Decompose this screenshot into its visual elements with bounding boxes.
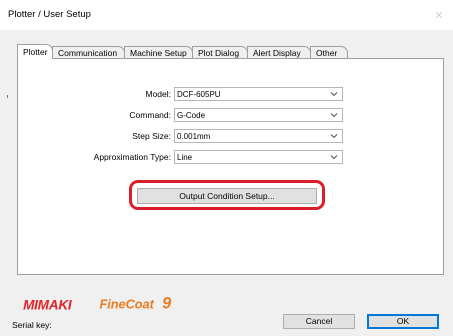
command-row: Command: [18, 109, 171, 122]
model-row: Model: [18, 88, 171, 101]
model-label: Model: [145, 89, 171, 99]
chevron-down-icon [330, 113, 338, 118]
tab-plot-dialog[interactable]: Plot Dialog [192, 46, 248, 58]
plotter-tab-panel: Model: DCF-605PU Command: G-Code Step Si… [17, 58, 444, 275]
tab-alert-display[interactable]: Alert Display [247, 46, 311, 58]
button-label: Cancel [305, 316, 333, 326]
step-size-row: Step Size: [18, 130, 171, 143]
chevron-down-icon [330, 134, 338, 139]
mimaki-finecoat-logo: MIMAKI FineCoat 9 [23, 295, 172, 313]
button-label: OK [396, 316, 410, 326]
svg-text:MIMAKI: MIMAKI [23, 298, 73, 313]
svg-text:FineCoat: FineCoat [99, 297, 154, 312]
window-edge-mark [7, 95, 8, 98]
tab-plotter[interactable]: Plotter [17, 44, 53, 59]
tab-label: Other [316, 48, 338, 58]
command-value: G-Code [177, 111, 206, 120]
svg-text:9: 9 [162, 295, 172, 313]
step-size-label: Step Size: [132, 131, 171, 141]
title-bar: Plotter / User Setup ✕ [0, 0, 453, 30]
tab-label: Plotter [23, 47, 48, 57]
window-title: Plotter / User Setup [8, 9, 91, 20]
tab-label: Machine Setup [130, 48, 187, 58]
approximation-label: Approximation Type: [93, 152, 171, 162]
ok-button[interactable]: OK [367, 314, 439, 329]
tab-label: Alert Display [253, 48, 301, 58]
tab-communication[interactable]: Communication [52, 46, 125, 58]
close-icon: ✕ [434, 9, 444, 22]
command-label: Command: [129, 110, 171, 120]
plotter-user-setup-dialog: Plotter / User Setup ✕ Plotter Communica… [0, 0, 453, 336]
approximation-select[interactable]: Line [174, 150, 343, 164]
approximation-value: Line [177, 153, 193, 162]
serial-key-label: Serial key: [12, 320, 52, 330]
chevron-down-icon [330, 155, 338, 160]
chevron-down-icon [330, 92, 338, 97]
tab-label: Communication [58, 48, 118, 58]
model-select[interactable]: DCF-605PU [174, 87, 343, 101]
approximation-row: Approximation Type: [18, 151, 171, 164]
close-button[interactable]: ✕ [425, 0, 453, 30]
cancel-button[interactable]: Cancel [283, 314, 355, 329]
step-size-value: 0.001mm [177, 132, 211, 141]
model-value: DCF-605PU [177, 90, 221, 99]
command-select[interactable]: G-Code [174, 108, 343, 122]
tab-machine-setup[interactable]: Machine Setup [124, 46, 193, 58]
button-label: Output Condition Setup... [179, 191, 275, 201]
output-condition-setup-button[interactable]: Output Condition Setup... [137, 188, 317, 204]
step-size-select[interactable]: 0.001mm [174, 129, 343, 143]
tab-other[interactable]: Other [310, 46, 348, 58]
tab-label: Plot Dialog [198, 48, 240, 58]
